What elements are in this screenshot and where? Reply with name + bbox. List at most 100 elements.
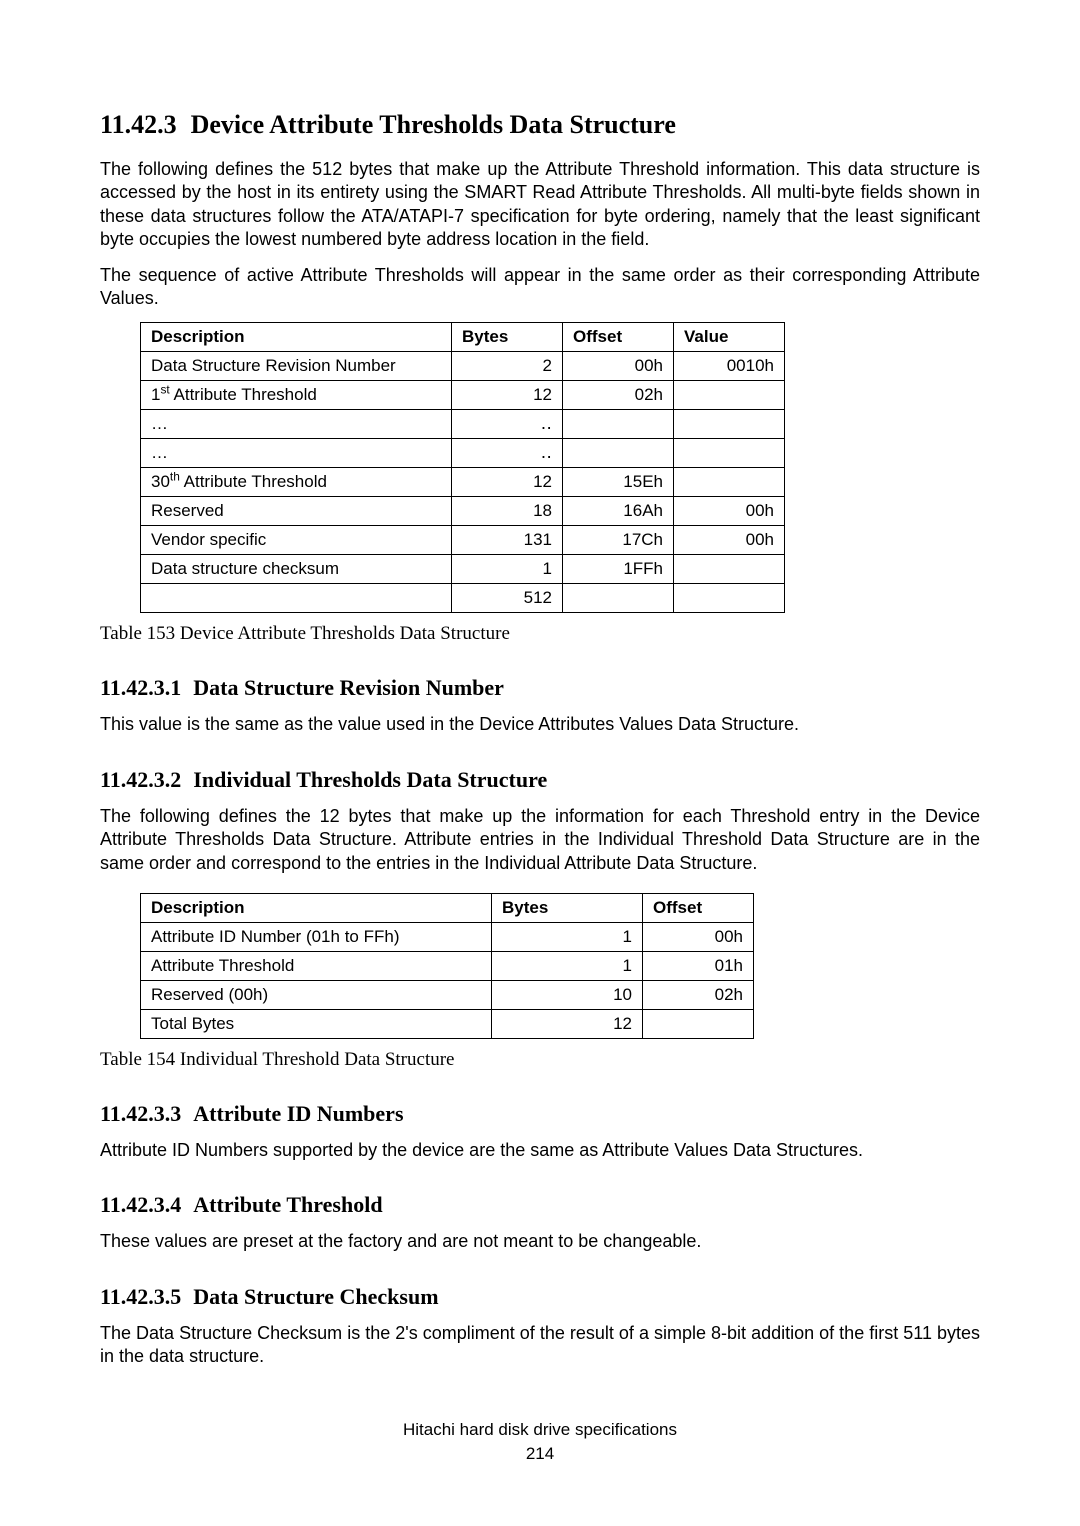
cell-bytes: 12: [452, 468, 563, 497]
table-header-row: Description Bytes Offset: [141, 893, 754, 922]
ordinal-suffix: st: [160, 383, 169, 397]
cell-description: Data Structure Revision Number: [141, 352, 452, 381]
cell-description: Data structure checksum: [141, 555, 452, 584]
paragraph: These values are preset at the factory a…: [100, 1230, 980, 1253]
table-row: Reserved 18 16Ah 00h: [141, 497, 785, 526]
col-header-bytes: Bytes: [452, 323, 563, 352]
section-number: 11.42.3: [100, 110, 177, 139]
cell-value: [674, 410, 785, 439]
page-number: 214: [100, 1442, 980, 1466]
subsection-title: Data Structure Checksum: [193, 1284, 438, 1309]
subsection-heading: 11.42.3.4Attribute Threshold: [100, 1192, 980, 1218]
cell-bytes: 2: [452, 352, 563, 381]
document-page: 11.42.3 Device Attribute Thresholds Data …: [0, 0, 1080, 1526]
cell-bytes: 512: [452, 584, 563, 613]
cell-bytes: 18: [452, 497, 563, 526]
paragraph: The Data Structure Checksum is the 2's c…: [100, 1322, 980, 1369]
subsection-number: 11.42.3.5: [100, 1284, 181, 1309]
cell-offset: 00h: [643, 922, 754, 951]
cell-offset: 17Ch: [563, 526, 674, 555]
cell-offset: [563, 410, 674, 439]
cell-offset: 15Eh: [563, 468, 674, 497]
cell-description: 30th Attribute Threshold: [141, 468, 452, 497]
table-row: 30th Attribute Threshold 12 15Eh: [141, 468, 785, 497]
cell-value: [674, 439, 785, 468]
cell-offset: [643, 1009, 754, 1038]
section-title: Device Attribute Thresholds Data Structu…: [191, 110, 676, 139]
col-header-offset: Offset: [643, 893, 754, 922]
paragraph: The sequence of active Attribute Thresho…: [100, 264, 980, 311]
cell-description: [141, 584, 452, 613]
table-row: … ‥: [141, 410, 785, 439]
cell-offset: [563, 439, 674, 468]
cell-description: 1st Attribute Threshold: [141, 381, 452, 410]
col-header-value: Value: [674, 323, 785, 352]
cell-value: 00h: [674, 526, 785, 555]
subsection-title: Individual Thresholds Data Structure: [193, 767, 547, 792]
subsection-heading: 11.42.3.5 Data Structure Checksum: [100, 1284, 980, 1310]
cell-value: [674, 468, 785, 497]
cell-description: …: [141, 410, 452, 439]
table-caption: Table 154 Individual Threshold Data Stru…: [100, 1049, 980, 1071]
cell-offset: [563, 584, 674, 613]
col-header-description: Description: [141, 893, 492, 922]
col-header-bytes: Bytes: [492, 893, 643, 922]
cell-description: Reserved: [141, 497, 452, 526]
cell-description: Reserved (00h): [141, 980, 492, 1009]
table-153: Description Bytes Offset Value Data Stru…: [140, 322, 785, 613]
cell-offset: 02h: [563, 381, 674, 410]
cell-bytes: 12: [452, 381, 563, 410]
cell-description: Attribute Threshold: [141, 951, 492, 980]
cell-bytes: 10: [492, 980, 643, 1009]
footer-title: Hitachi hard disk drive specifications: [100, 1418, 980, 1442]
table-caption: Table 153 Device Attribute Thresholds Da…: [100, 623, 980, 645]
ordinal-number: 30: [151, 472, 170, 491]
cell-description: Vendor specific: [141, 526, 452, 555]
paragraph: This value is the same as the value used…: [100, 713, 980, 736]
table-row: 512: [141, 584, 785, 613]
subsection-number: 11.42.3.2: [100, 767, 181, 792]
subsection-title: Attribute ID Numbers: [193, 1101, 403, 1126]
cell-offset: 00h: [563, 352, 674, 381]
cell-bytes: 131: [452, 526, 563, 555]
subsection-heading: 11.42.3.2 Individual Thresholds Data Stru…: [100, 767, 980, 793]
table-row: Data Structure Revision Number 2 00h 001…: [141, 352, 785, 381]
table-row: Attribute ID Number (01h to FFh) 1 00h: [141, 922, 754, 951]
table-row: … ‥: [141, 439, 785, 468]
cell-description: Attribute ID Number (01h to FFh): [141, 922, 492, 951]
table-row: Attribute Threshold 1 01h: [141, 951, 754, 980]
table-154: Description Bytes Offset Attribute ID Nu…: [140, 893, 754, 1039]
section-heading: 11.42.3 Device Attribute Thresholds Data …: [100, 110, 980, 140]
table-row: Total Bytes 12: [141, 1009, 754, 1038]
cell-offset: 16Ah: [563, 497, 674, 526]
paragraph: Attribute ID Numbers supported by the de…: [100, 1139, 980, 1162]
col-header-description: Description: [141, 323, 452, 352]
subsection-heading: 11.42.3.3 Attribute ID Numbers: [100, 1101, 980, 1127]
subsection-number: 11.42.3.3: [100, 1101, 181, 1126]
ordinal-suffix: th: [170, 470, 180, 484]
table-row: Data structure checksum 1 1FFh: [141, 555, 785, 584]
subsection-number: 11.42.3.1: [100, 675, 181, 700]
table-row: 1st Attribute Threshold 12 02h: [141, 381, 785, 410]
cell-bytes: ‥: [452, 410, 563, 439]
cell-description: …: [141, 439, 452, 468]
cell-bytes: 1: [492, 951, 643, 980]
paragraph: The following defines the 12 bytes that …: [100, 805, 980, 875]
cell-bytes: 12: [492, 1009, 643, 1038]
paragraph: The following defines the 512 bytes that…: [100, 158, 980, 252]
ordinal-rest: Attribute Threshold: [180, 472, 327, 491]
cell-bytes: 1: [492, 922, 643, 951]
cell-value: 0010h: [674, 352, 785, 381]
cell-value: [674, 381, 785, 410]
col-header-offset: Offset: [563, 323, 674, 352]
cell-bytes: 1: [452, 555, 563, 584]
cell-description: Total Bytes: [141, 1009, 492, 1038]
cell-value: [674, 584, 785, 613]
table-row: Vendor specific 131 17Ch 00h: [141, 526, 785, 555]
cell-offset: 01h: [643, 951, 754, 980]
cell-offset: 1FFh: [563, 555, 674, 584]
cell-bytes: ‥: [452, 439, 563, 468]
subsection-number: 11.42.3.4: [100, 1192, 181, 1217]
table-row: Reserved (00h) 10 02h: [141, 980, 754, 1009]
table-header-row: Description Bytes Offset Value: [141, 323, 785, 352]
